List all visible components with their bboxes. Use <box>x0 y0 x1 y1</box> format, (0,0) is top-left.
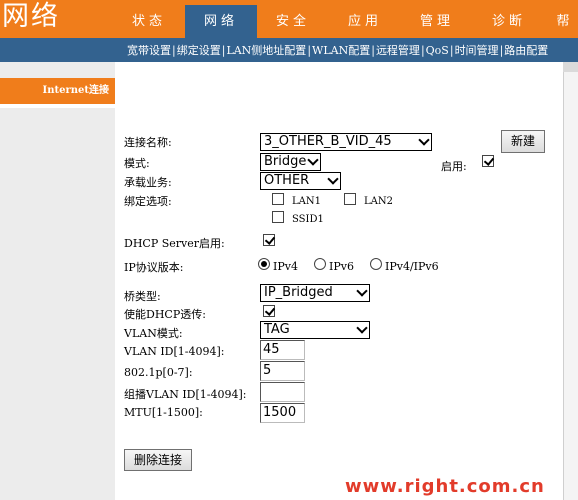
dhcp-passthrough-label: 使能DHCP透传: <box>124 308 206 321</box>
lan1-checkbox[interactable] <box>272 193 284 205</box>
subnav-remote-management[interactable]: 远程管理 <box>376 42 420 58</box>
chevron-down-icon <box>356 285 368 297</box>
enable-label: 启用: <box>441 160 467 173</box>
sub-nav: 宽带设置 | 绑定设置 | LAN侧地址配置 | WLAN配置 | 远程管理 |… <box>127 38 548 62</box>
new-connection-button[interactable]: 新建 <box>501 130 545 153</box>
subnav-broadband[interactable]: 宽带设置 <box>127 42 171 58</box>
sidebar-divider <box>0 104 115 108</box>
mode-label: 模式: <box>124 157 150 170</box>
chevron-down-icon <box>418 134 430 146</box>
top-bar: 网络 状态 网络 安全 应用 管理 诊断 帮 <box>0 0 578 38</box>
tab-help[interactable]: 帮 <box>545 5 578 38</box>
chevron-down-icon <box>327 173 339 185</box>
ipv4-ipv6-label: IPv4/IPv6 <box>385 260 439 273</box>
sidebar: Internet连接 <box>0 62 115 500</box>
dhcp-server-checkbox[interactable] <box>263 234 275 246</box>
mode-select[interactable]: Bridge <box>260 153 321 171</box>
mtu-input[interactable]: 1500 <box>260 403 305 423</box>
main-content: 连接名称: 3_OTHER_B_VID_45 新建 模式: Bridge 启用:… <box>115 62 563 500</box>
priority-input[interactable]: 5 <box>260 361 305 381</box>
main-tabs: 状态 网络 安全 应用 管理 诊断 帮 <box>113 5 578 38</box>
priority-label: 802.1p[0-7]: <box>124 366 193 379</box>
subnav-qos[interactable]: QoS <box>426 44 449 57</box>
bridge-type-label: 桥类型: <box>124 290 161 303</box>
subnav-time-management[interactable]: 时间管理 <box>455 42 499 58</box>
right-scroll-cap <box>563 62 578 72</box>
tab-management[interactable]: 管理 <box>401 5 473 38</box>
ssid1-checkbox[interactable] <box>272 211 284 223</box>
ssid1-label: SSID1 <box>292 214 324 225</box>
ipv6-label: IPv6 <box>329 260 354 273</box>
lan2-checkbox[interactable] <box>344 193 356 205</box>
bridge-type-value: IP_Bridged <box>264 285 333 300</box>
vlan-mode-value: TAG <box>264 322 290 337</box>
subnav-lan-address[interactable]: LAN侧地址配置 <box>226 42 306 58</box>
enable-checkbox[interactable] <box>482 155 494 167</box>
dhcp-server-label: DHCP Server启用: <box>124 237 225 250</box>
subnav-binding[interactable]: 绑定设置 <box>177 42 221 58</box>
tab-diagnose[interactable]: 诊断 <box>473 5 545 38</box>
multicast-vlan-input[interactable] <box>260 382 305 402</box>
tab-network[interactable]: 网络 <box>185 5 257 38</box>
subnav-wlan[interactable]: WLAN配置 <box>312 42 370 58</box>
dhcp-passthrough-checkbox[interactable] <box>263 305 275 317</box>
service-select[interactable]: OTHER <box>260 172 341 190</box>
lan2-label: LAN2 <box>364 196 393 207</box>
right-scroll-area <box>563 62 578 500</box>
ipv6-radio[interactable] <box>314 258 326 270</box>
mode-value: Bridge <box>264 154 307 169</box>
tab-security[interactable]: 安全 <box>257 5 329 38</box>
tab-application[interactable]: 应用 <box>329 5 401 38</box>
connection-name-value: 3_OTHER_B_VID_45 <box>264 134 392 149</box>
binding-label: 绑定选项: <box>124 195 172 208</box>
service-label: 承载业务: <box>124 176 172 189</box>
vlan-id-input[interactable]: 45 <box>260 340 305 360</box>
bridge-type-select[interactable]: IP_Bridged <box>260 284 370 302</box>
sub-nav-bar: 宽带设置 | 绑定设置 | LAN侧地址配置 | WLAN配置 | 远程管理 |… <box>0 38 578 62</box>
ipv4-ipv6-radio[interactable] <box>370 258 382 270</box>
ip-version-label: IP协议版本: <box>124 261 184 274</box>
vlan-mode-label: VLAN模式: <box>124 327 183 340</box>
ipv4-radio[interactable] <box>258 258 270 270</box>
vlan-mode-select[interactable]: TAG <box>260 321 370 339</box>
tab-status[interactable]: 状态 <box>113 5 185 38</box>
chevron-down-icon <box>307 154 319 166</box>
vlan-id-label: VLAN ID[1-4094]: <box>124 345 225 358</box>
delete-connection-button[interactable]: 删除连接 <box>124 449 192 471</box>
connection-name-select[interactable]: 3_OTHER_B_VID_45 <box>260 133 432 151</box>
multicast-vlan-label: 组播VLAN ID[1-4094]: <box>124 388 247 401</box>
lan1-label: LAN1 <box>292 196 321 207</box>
subnav-routing[interactable]: 路由配置 <box>504 42 548 58</box>
chevron-down-icon <box>356 322 368 334</box>
service-value: OTHER <box>264 173 310 188</box>
site-watermark: www.right.com.cn <box>345 476 545 497</box>
connection-name-label: 连接名称: <box>124 136 172 149</box>
page-logo-title: 网络 <box>2 1 60 32</box>
mtu-label: MTU[1-1500]: <box>124 406 203 419</box>
ipv4-label: IPv4 <box>273 260 298 273</box>
sidebar-item-internet[interactable]: Internet连接 <box>0 78 115 104</box>
